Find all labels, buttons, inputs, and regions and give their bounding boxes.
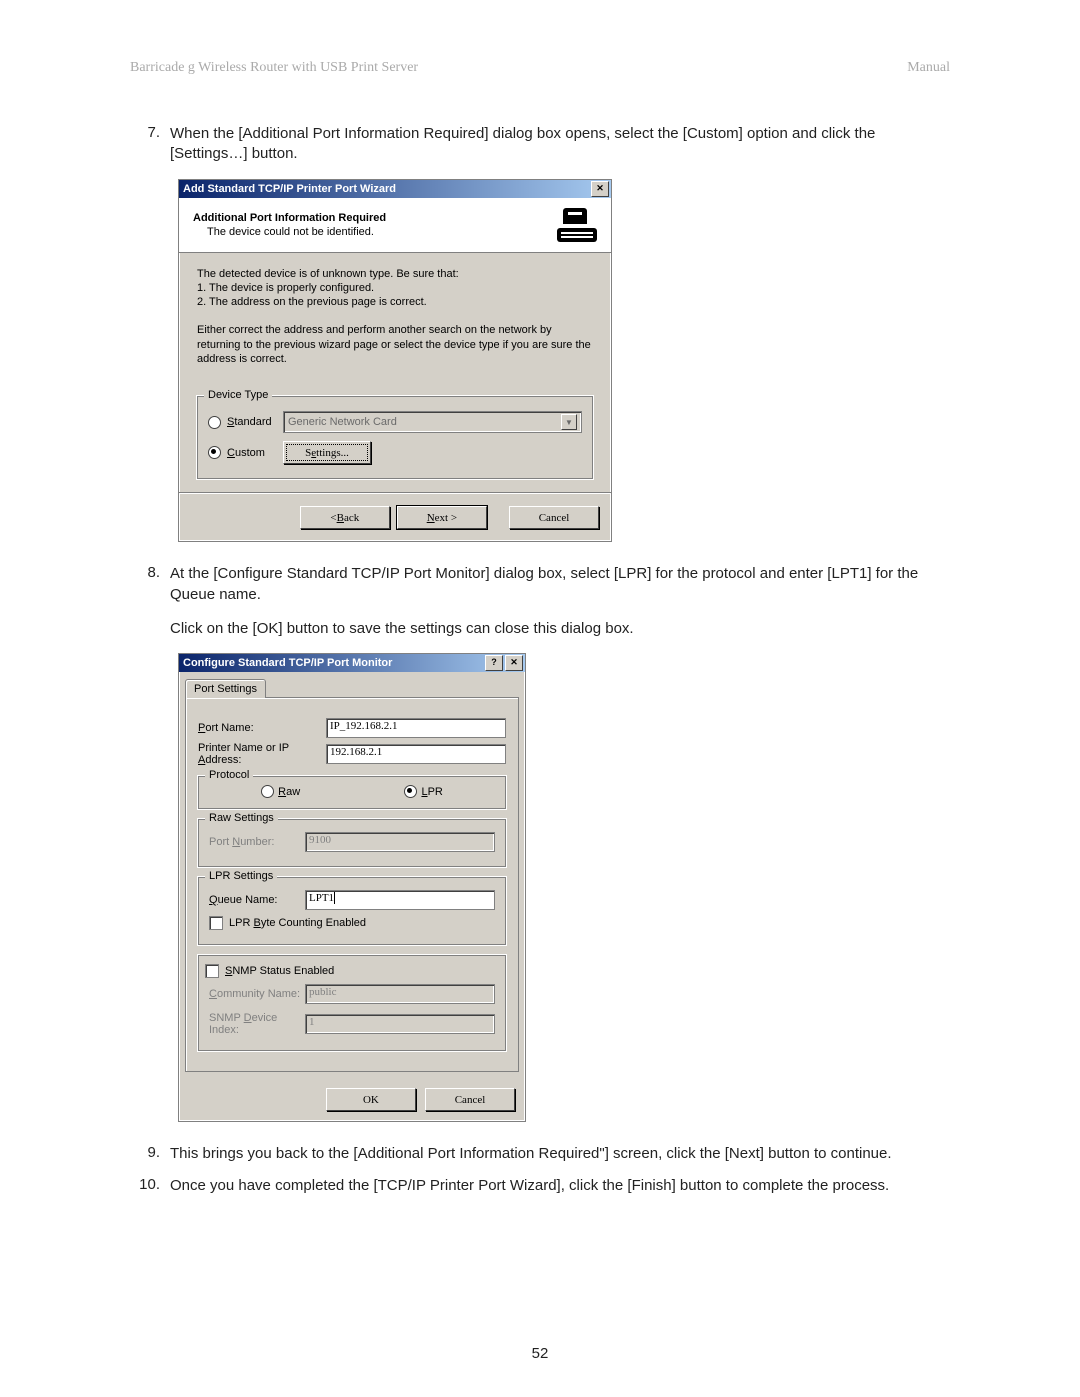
community-name-input: public (305, 984, 495, 1004)
queue-name-label: Queue Name: (209, 894, 305, 906)
queue-name-input[interactable]: LPT1​ (305, 890, 495, 910)
step-number: 8. (130, 564, 170, 581)
info-text: Either correct the address and perform a… (197, 323, 593, 366)
ok-button[interactable]: OK (326, 1088, 416, 1111)
snmp-checkbox[interactable] (205, 964, 219, 978)
help-icon[interactable]: ? (485, 655, 503, 671)
lpr-settings-group: LPR Settings Queue Name: LPT1​ LPR Byte … (198, 877, 506, 945)
dialog-title: Configure Standard TCP/IP Port Monitor (183, 654, 392, 672)
ip-address-input[interactable]: 192.168.2.1 (326, 744, 506, 764)
banner-title: Additional Port Information Required (193, 212, 386, 224)
banner-subtitle: The device could not be identified. (207, 226, 386, 238)
header-left: Barricade g Wireless Router with USB Pri… (130, 60, 418, 76)
close-icon[interactable]: ✕ (505, 655, 523, 671)
info-text: 1. The device is properly configured. (197, 281, 593, 295)
snmp-label: SNMP Status Enabled (225, 965, 334, 977)
device-type-select: Generic Network Card ▼ (283, 411, 582, 433)
close-icon[interactable]: ✕ (591, 181, 609, 197)
next-button[interactable]: Next > (397, 506, 487, 529)
dialog-title: Add Standard TCP/IP Printer Port Wizard (183, 180, 396, 198)
info-text: 2. The address on the previous page is c… (197, 295, 593, 309)
raw-port-label: Port Number: (209, 836, 305, 848)
device-type-group: Device Type Standard Generic Network Car… (197, 396, 593, 479)
group-legend: Device Type (204, 389, 272, 401)
protocol-group: Protocol Raw LPR (198, 776, 506, 809)
step-text: Click on the [OK] button to save the set… (170, 619, 950, 639)
group-legend: Protocol (205, 769, 253, 781)
info-text: The detected device is of unknown type. … (197, 267, 593, 281)
page-header: Barricade g Wireless Router with USB Pri… (130, 60, 950, 76)
radio-raw[interactable] (261, 785, 274, 798)
step-text: When the [Additional Port Information Re… (170, 124, 950, 165)
step-text: This brings you back to the [Additional … (170, 1144, 950, 1164)
titlebar[interactable]: Configure Standard TCP/IP Port Monitor ?… (179, 654, 525, 672)
cancel-button[interactable]: Cancel (509, 506, 599, 529)
raw-settings-group: Raw Settings Port Number: 9100 (198, 819, 506, 867)
snmp-index-input: 1 (305, 1014, 495, 1034)
titlebar[interactable]: Add Standard TCP/IP Printer Port Wizard … (179, 180, 611, 198)
group-legend: LPR Settings (205, 870, 277, 882)
radio-standard[interactable] (208, 416, 221, 429)
radio-custom-label: Custom (227, 447, 277, 459)
radio-custom[interactable] (208, 446, 221, 459)
radio-lpr[interactable] (404, 785, 417, 798)
ip-address-label: Printer Name or IP Address: (198, 742, 326, 766)
group-legend: Raw Settings (205, 812, 278, 824)
raw-port-input: 9100 (305, 832, 495, 852)
snmp-group: SNMP Status Enabled Community Name: publ… (198, 955, 506, 1051)
manual-page: Barricade g Wireless Router with USB Pri… (0, 0, 1080, 1397)
step-number: 10. (130, 1176, 170, 1193)
step-text: At the [Configure Standard TCP/IP Port M… (170, 564, 950, 605)
lpr-byte-label: LPR Byte Counting Enabled (229, 917, 366, 929)
radio-standard-label: Standard (227, 416, 277, 428)
page-number: 52 (0, 1345, 1080, 1362)
step-number: 9. (130, 1144, 170, 1161)
tab-port-settings[interactable]: Port Settings (185, 679, 266, 698)
back-button[interactable]: < Back (300, 506, 390, 529)
cancel-button[interactable]: Cancel (425, 1088, 515, 1111)
settings-button[interactable]: Settings... (283, 441, 371, 464)
wizard-dialog: Add Standard TCP/IP Printer Port Wizard … (178, 179, 612, 543)
lpr-byte-checkbox[interactable] (209, 916, 223, 930)
header-right: Manual (907, 60, 950, 76)
printer-icon (557, 208, 597, 242)
radio-raw-label: Raw (278, 786, 300, 798)
community-name-label: Community Name: (209, 988, 305, 1000)
step-number: 7. (130, 124, 170, 141)
step-text: Once you have completed the [TCP/IP Prin… (170, 1176, 950, 1196)
port-name-input[interactable]: IP_192.168.2.1 (326, 718, 506, 738)
radio-lpr-label: LPR (421, 786, 442, 798)
select-value: Generic Network Card (288, 416, 397, 428)
snmp-index-label: SNMP Device Index: (209, 1012, 305, 1036)
port-name-label: Port Name: (198, 722, 326, 734)
chevron-down-icon: ▼ (561, 414, 577, 430)
port-monitor-dialog: Configure Standard TCP/IP Port Monitor ?… (178, 653, 526, 1122)
